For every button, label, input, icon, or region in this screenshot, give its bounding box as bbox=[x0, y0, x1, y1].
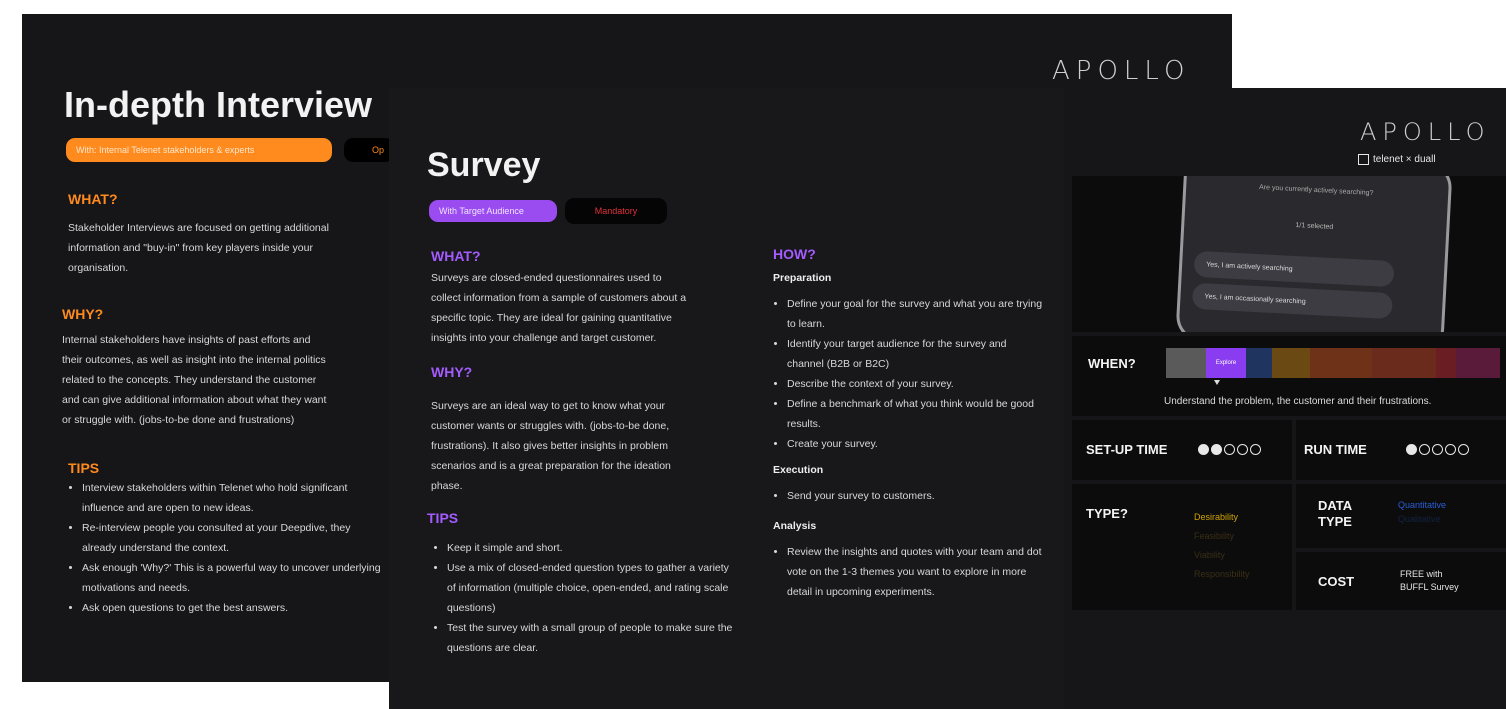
how-heading: HOW? bbox=[773, 246, 816, 262]
why-heading: WHY? bbox=[62, 306, 104, 322]
type-section: TYPE? Desirability Feasibility Viability… bbox=[1072, 484, 1292, 610]
rating-dot-empty-icon bbox=[1445, 444, 1456, 455]
apollo-logo: APOLLO bbox=[1360, 118, 1491, 146]
rating-dot-empty-icon bbox=[1419, 444, 1430, 455]
data-type-list: Quantitative Qualitative bbox=[1398, 498, 1446, 526]
phase-timeline: Explore bbox=[1166, 348, 1500, 378]
phone-screen: Are you currently actively searching? 1/… bbox=[1175, 176, 1453, 332]
type-heading: TYPE? bbox=[1086, 506, 1128, 521]
when-heading: WHEN? bbox=[1088, 356, 1136, 371]
setup-time-rating bbox=[1198, 444, 1261, 455]
tip-item: Ask enough 'Why?' This is a powerful way… bbox=[82, 558, 386, 598]
partner-logos: telenet × duall bbox=[1358, 154, 1436, 165]
tip-item: Keep it simple and short. bbox=[447, 538, 733, 558]
rating-dot-empty-icon bbox=[1237, 444, 1248, 455]
phone-mockup-image: Are you currently actively searching? 1/… bbox=[1072, 176, 1506, 332]
prep-item: Create your survey. bbox=[787, 434, 1043, 454]
tips-list: Keep it simple and short. Use a mix of c… bbox=[433, 538, 733, 658]
data-type-heading: DATA TYPE bbox=[1318, 498, 1352, 529]
cost-heading: COST bbox=[1318, 574, 1355, 589]
rating-dot-empty-icon bbox=[1432, 444, 1443, 455]
telenet-icon bbox=[1358, 154, 1369, 165]
setup-time-section: SET-UP TIME bbox=[1072, 420, 1292, 480]
type-list: Desirability Feasibility Viability Respo… bbox=[1194, 508, 1250, 584]
execution-heading: Execution bbox=[773, 464, 824, 476]
phase-segment bbox=[1166, 348, 1206, 378]
tips-heading: TIPS bbox=[68, 460, 100, 476]
phase-segment-active: Explore bbox=[1206, 348, 1246, 378]
run-time-rating bbox=[1406, 444, 1469, 455]
when-section: WHEN? Explore Understand the problem, th… bbox=[1072, 336, 1506, 416]
when-caption: Understand the problem, the customer and… bbox=[1164, 396, 1432, 407]
setup-time-heading: SET-UP TIME bbox=[1086, 442, 1168, 457]
why-heading: WHY? bbox=[431, 364, 473, 380]
prep-item: Define your goal for the survey and what… bbox=[787, 294, 1043, 334]
phone-option: Yes, I am occasionally searching bbox=[1191, 282, 1393, 320]
exec-item: Send your survey to customers. bbox=[787, 486, 1043, 506]
rating-dot-filled-icon bbox=[1198, 444, 1209, 455]
analysis-item: Review the insights and quotes with your… bbox=[787, 542, 1043, 602]
why-text: Surveys are an ideal way to get to know … bbox=[431, 400, 671, 492]
tip-item: Re-interview people you consulted at you… bbox=[82, 518, 386, 558]
phase-segment bbox=[1310, 348, 1372, 378]
data-type-item: Quantitative bbox=[1398, 500, 1447, 510]
what-text: Surveys are closed-ended questionnaires … bbox=[431, 272, 687, 344]
phase-segment bbox=[1246, 348, 1272, 378]
tips-list: Interview stakeholders within Telenet wh… bbox=[68, 478, 386, 618]
tip-item: Ask open questions to get the best answe… bbox=[82, 598, 386, 618]
run-time-heading: RUN TIME bbox=[1304, 442, 1367, 457]
rating-dot-empty-icon bbox=[1224, 444, 1235, 455]
prep-item: Define a benchmark of what you think wou… bbox=[787, 394, 1043, 434]
run-time-section: RUN TIME bbox=[1296, 420, 1506, 480]
tip-item: Use a mix of closed-ended question types… bbox=[447, 558, 733, 618]
phone-option: Yes, I am actively searching bbox=[1193, 250, 1395, 288]
tips-heading: TIPS bbox=[427, 510, 459, 526]
mode-tag: Mandatory bbox=[565, 198, 667, 224]
audience-tag: With Target Audience bbox=[429, 200, 557, 222]
timeline-marker-icon bbox=[1214, 380, 1220, 385]
tip-item: Interview stakeholders within Telenet wh… bbox=[82, 478, 386, 518]
tip-item: Test the survey with a small group of pe… bbox=[447, 618, 733, 658]
audience-tag: With: Internal Telenet stakeholders & ex… bbox=[66, 138, 332, 162]
apollo-logo: APOLLO bbox=[1052, 56, 1191, 86]
mode-tag: Op bbox=[344, 138, 394, 162]
how-content: Preparation Define your goal for the sur… bbox=[773, 268, 1043, 602]
phase-segment bbox=[1372, 348, 1436, 378]
page-title: In-depth Interview bbox=[64, 84, 373, 125]
info-panel: APOLLO telenet × duall Are you currently… bbox=[1064, 88, 1506, 709]
analysis-heading: Analysis bbox=[773, 520, 817, 532]
rating-dot-empty-icon bbox=[1250, 444, 1261, 455]
phase-segment bbox=[1456, 348, 1500, 378]
data-type-section: DATA TYPE Quantitative Qualitative bbox=[1296, 484, 1506, 548]
what-text: Stakeholder Interviews are focused on ge… bbox=[68, 222, 329, 274]
type-item: Responsibility bbox=[1194, 569, 1250, 579]
phase-segment bbox=[1436, 348, 1456, 378]
rating-dot-filled-icon bbox=[1211, 444, 1222, 455]
phase-segment bbox=[1272, 348, 1310, 378]
what-heading: WHAT? bbox=[431, 248, 481, 264]
prep-item: Identify your target audience for the su… bbox=[787, 334, 1043, 374]
why-text: Internal stakeholders have insights of p… bbox=[62, 334, 327, 426]
type-item: Desirability bbox=[1194, 512, 1239, 522]
preparation-heading: Preparation bbox=[773, 272, 832, 284]
rating-dot-empty-icon bbox=[1458, 444, 1469, 455]
rating-dot-filled-icon bbox=[1406, 444, 1417, 455]
type-item: Viability bbox=[1194, 550, 1225, 560]
type-item: Feasibility bbox=[1194, 531, 1235, 541]
page-title: Survey bbox=[427, 146, 541, 184]
what-heading: WHAT? bbox=[68, 191, 118, 207]
data-type-item: Qualitative bbox=[1398, 514, 1441, 524]
prep-item: Describe the context of your survey. bbox=[787, 374, 1043, 394]
cost-value: FREE with BUFFL Survey bbox=[1400, 569, 1459, 592]
cost-section: COST FREE with BUFFL Survey bbox=[1296, 552, 1506, 610]
